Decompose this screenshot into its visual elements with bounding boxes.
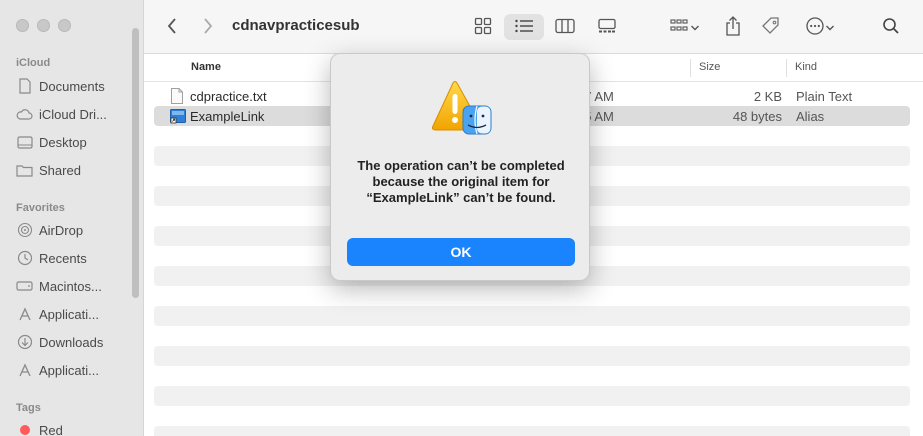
chevron-down-icon bbox=[690, 20, 700, 35]
chevron-down-icon bbox=[825, 20, 835, 35]
gallery-view-button[interactable] bbox=[592, 14, 622, 40]
window-title: cdnavpracticesub bbox=[232, 17, 360, 34]
chevron-left-icon bbox=[166, 17, 178, 38]
forward-button[interactable] bbox=[196, 14, 220, 40]
share-icon bbox=[725, 15, 741, 39]
alert-message: The operation can’t be completed because… bbox=[357, 158, 565, 205]
list-item bbox=[154, 306, 910, 326]
disk-icon bbox=[16, 278, 33, 295]
sidebar-item-recents[interactable]: Recents bbox=[16, 247, 136, 269]
window-controls bbox=[16, 19, 71, 32]
red-tag-icon bbox=[16, 422, 33, 436]
shared-folder-icon bbox=[16, 162, 33, 179]
download-icon bbox=[16, 334, 33, 351]
desktop-icon bbox=[16, 134, 33, 151]
airdrop-icon bbox=[16, 222, 33, 239]
clock-icon bbox=[16, 250, 33, 267]
sidebar-item-airdrop[interactable]: AirDrop bbox=[16, 219, 136, 241]
document-icon bbox=[16, 78, 33, 95]
list-item bbox=[154, 346, 910, 366]
list-item bbox=[154, 426, 910, 436]
sidebar: iCloud Documents iCloud Dri... Desktop S… bbox=[0, 0, 144, 436]
share-button[interactable] bbox=[720, 14, 746, 40]
text-file-icon bbox=[170, 88, 186, 104]
sidebar-item-documents[interactable]: Documents bbox=[16, 75, 136, 97]
sidebar-section-favorites: Favorites bbox=[16, 202, 65, 214]
tag-button[interactable] bbox=[758, 14, 784, 40]
toolbar: cdnavpracticesub bbox=[144, 0, 923, 54]
sidebar-item-applications-2[interactable]: Applicati... bbox=[16, 359, 136, 381]
column-kind[interactable]: Kind bbox=[795, 61, 817, 73]
ellipsis-circle-icon bbox=[805, 16, 825, 39]
group-icon bbox=[670, 18, 690, 37]
close-button[interactable] bbox=[16, 19, 29, 32]
action-menu-button[interactable] bbox=[800, 14, 840, 40]
sidebar-item-applications[interactable]: Applicati... bbox=[16, 303, 136, 325]
sidebar-item-tag-red[interactable]: Red bbox=[16, 419, 136, 436]
back-button[interactable] bbox=[160, 14, 184, 40]
minimize-button[interactable] bbox=[37, 19, 50, 32]
gallery-icon bbox=[597, 18, 617, 37]
tag-icon bbox=[761, 16, 781, 39]
column-view-button[interactable] bbox=[550, 14, 580, 40]
chevron-right-icon bbox=[202, 17, 214, 38]
search-icon bbox=[882, 17, 900, 38]
group-by-button[interactable] bbox=[664, 14, 706, 40]
ok-button[interactable]: OK bbox=[347, 238, 575, 266]
finder-window: iCloud Documents iCloud Dri... Desktop S… bbox=[0, 0, 923, 436]
sidebar-item-desktop[interactable]: Desktop bbox=[16, 131, 136, 153]
search-button[interactable] bbox=[878, 14, 904, 40]
sidebar-item-downloads[interactable]: Downloads bbox=[16, 331, 136, 353]
applications-icon bbox=[16, 362, 33, 379]
columns-icon bbox=[555, 18, 575, 37]
column-separator bbox=[690, 59, 691, 77]
alias-icon bbox=[170, 108, 186, 124]
column-separator bbox=[786, 59, 787, 77]
sidebar-item-macintosh-hd[interactable]: Macintos... bbox=[16, 275, 136, 297]
grid-icon bbox=[474, 17, 492, 38]
icon-view-button[interactable] bbox=[468, 14, 498, 40]
cloud-icon bbox=[16, 106, 33, 123]
list-icon bbox=[514, 18, 534, 37]
applications-icon bbox=[16, 306, 33, 323]
list-view-button[interactable] bbox=[504, 14, 544, 40]
alert-dialog: The operation can’t be completed because… bbox=[330, 53, 590, 281]
sidebar-section-tags: Tags bbox=[16, 402, 41, 414]
list-item bbox=[154, 386, 910, 406]
zoom-button[interactable] bbox=[58, 19, 71, 32]
warning-finder-icon bbox=[431, 80, 493, 138]
sidebar-section-icloud: iCloud bbox=[16, 57, 51, 69]
column-size[interactable]: Size bbox=[699, 61, 720, 73]
sidebar-item-shared[interactable]: Shared bbox=[16, 159, 136, 181]
sidebar-scrollbar[interactable] bbox=[132, 28, 139, 298]
column-name[interactable]: Name bbox=[191, 61, 221, 73]
sidebar-item-icloud-drive[interactable]: iCloud Dri... bbox=[16, 103, 136, 125]
